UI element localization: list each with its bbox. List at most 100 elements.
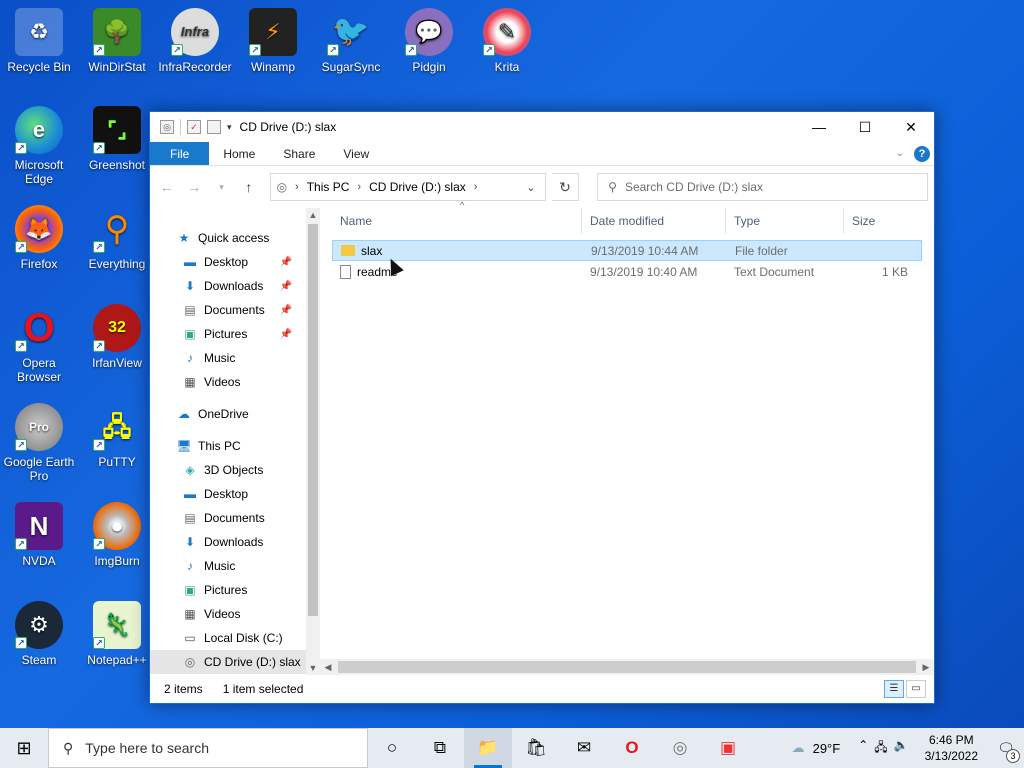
- desktop-icon-steam[interactable]: ⚙ ↗ Steam: [0, 601, 78, 667]
- nav-downloads[interactable]: ⬇ Downloads: [150, 530, 306, 554]
- back-button[interactable]: ←: [156, 179, 177, 195]
- desktop-icon-firefox[interactable]: 🦊 ↗ Firefox: [0, 205, 78, 271]
- desktop-icon-infrarecorder[interactable]: Infra ↗ InfraRecorder: [156, 8, 234, 74]
- breadcrumb-this-pc[interactable]: This PC: [307, 180, 350, 194]
- desktop-icon-krita[interactable]: ✎ ↗ Krita: [468, 8, 546, 74]
- properties-icon[interactable]: ✓: [187, 120, 201, 134]
- nav-pictures[interactable]: ▣ Pictures: [150, 578, 306, 602]
- column-type[interactable]: Type: [726, 208, 844, 234]
- nav-onedrive[interactable]: ☁ OneDrive: [150, 402, 306, 426]
- file-explorer-icon[interactable]: 📁: [464, 728, 512, 768]
- forward-button[interactable]: →: [183, 179, 204, 195]
- desktop-icon-nvda[interactable]: N ↗ NVDA: [0, 502, 78, 568]
- desktop-icon-opera[interactable]: O ↗ Opera Browser: [0, 304, 78, 384]
- nav-quick-desktop[interactable]: ▬ Desktop 📌: [150, 250, 306, 274]
- tab-home[interactable]: Home: [209, 142, 269, 165]
- opera-taskbar-icon[interactable]: O: [608, 728, 656, 768]
- column-date-modified[interactable]: Date modified: [582, 208, 726, 234]
- start-button[interactable]: ⊞: [0, 728, 48, 768]
- desktop-icon-recycle-bin[interactable]: ♻ Recycle Bin: [0, 8, 78, 74]
- task-view-icon[interactable]: ⧉: [416, 728, 464, 768]
- nav-desktop[interactable]: ▬ Desktop: [150, 482, 306, 506]
- scroll-up-icon[interactable]: ▲: [306, 208, 320, 222]
- scroll-thumb[interactable]: [338, 661, 916, 673]
- column-name[interactable]: Name: [320, 208, 582, 234]
- search-input[interactable]: ⚲ Search CD Drive (D:) slax: [597, 173, 929, 201]
- address-dropdown-icon[interactable]: ⌄: [517, 181, 545, 194]
- chevron-right-icon[interactable]: ›: [295, 181, 299, 193]
- new-folder-icon[interactable]: [207, 120, 221, 134]
- desktop-icon-google-earth[interactable]: Pro ↗ Google Earth Pro: [0, 403, 78, 483]
- desktop-icon-putty[interactable]: 🖧 ↗ PuTTY: [78, 403, 156, 469]
- large-icons-view-icon[interactable]: ▭: [906, 680, 926, 698]
- desktop-icon-winamp[interactable]: ⚡ ↗ Winamp: [234, 8, 312, 74]
- nav-quick-pictures[interactable]: ▣ Pictures 📌: [150, 322, 306, 346]
- close-button[interactable]: ✕: [888, 112, 934, 142]
- cd-drive-taskbar-icon[interactable]: ◎: [656, 728, 704, 768]
- network-icon[interactable]: 🖧: [874, 738, 887, 759]
- nav-quick-documents[interactable]: ▤ Documents 📌: [150, 298, 306, 322]
- store-icon[interactable]: 🛍: [512, 728, 560, 768]
- nav-3d-objects[interactable]: ◈ 3D Objects: [150, 458, 306, 482]
- recent-locations-icon[interactable]: ▾: [211, 182, 232, 193]
- file-row[interactable]: readme 9/13/2019 10:40 AM Text Document …: [332, 261, 922, 282]
- column-headers: Name Date modified Type Size: [320, 208, 934, 234]
- up-button[interactable]: ↑: [238, 179, 259, 195]
- videos-icon: ▦: [184, 375, 196, 389]
- nav-local-disk[interactable]: ▭ Local Disk (C:): [150, 626, 306, 650]
- nav-quick-videos[interactable]: ▦ Videos: [150, 370, 306, 394]
- music-icon: ♪: [187, 351, 193, 365]
- nav-quick-access[interactable]: ★ Quick access: [150, 226, 306, 250]
- chevron-right-icon[interactable]: ›: [357, 181, 361, 193]
- nav-documents[interactable]: ▤ Documents: [150, 506, 306, 530]
- refresh-button[interactable]: ↻: [551, 173, 580, 201]
- clock[interactable]: 6:46 PM 3/13/2022: [915, 732, 988, 764]
- cortana-icon[interactable]: ○: [368, 728, 416, 768]
- desktop-icon-everything[interactable]: ⚲ ↗ Everything: [78, 205, 156, 271]
- nav-cd-drive[interactable]: ◎ CD Drive (D:) slax: [150, 650, 306, 674]
- nav-music[interactable]: ♪ Music: [150, 554, 306, 578]
- chevron-up-icon[interactable]: ⌃: [858, 738, 868, 759]
- notification-center-icon[interactable]: 🗨 3: [988, 740, 1024, 763]
- scroll-right-icon[interactable]: ▶: [918, 662, 934, 673]
- customize-dropdown-icon[interactable]: ▾: [227, 122, 232, 133]
- desktop-icon-notepadpp[interactable]: 🦎 ↗ Notepad++: [78, 601, 156, 667]
- file-row[interactable]: slax 9/13/2019 10:44 AM File folder: [332, 240, 922, 261]
- desktop-icon-irfanview[interactable]: 32 ↗ IrfanView: [78, 304, 156, 370]
- scroll-down-icon[interactable]: ▼: [306, 661, 320, 675]
- column-size[interactable]: Size: [844, 208, 920, 234]
- details-view-icon[interactable]: ☰: [884, 680, 904, 698]
- screen-recorder-icon[interactable]: ▣: [704, 728, 752, 768]
- tab-view[interactable]: View: [329, 142, 383, 165]
- weather-widget[interactable]: ☁ 29°F: [780, 740, 853, 756]
- scroll-thumb[interactable]: [308, 224, 318, 616]
- computer-icon: 🖥: [176, 439, 192, 453]
- horizontal-scrollbar[interactable]: ◀ ▶: [320, 659, 934, 675]
- help-icon[interactable]: ?: [914, 145, 930, 162]
- chevron-right-icon[interactable]: ›: [474, 181, 478, 193]
- desktop-icon-windirstat[interactable]: 🌳 ↗ WinDirStat: [78, 8, 156, 74]
- nav-quick-music[interactable]: ♪ Music: [150, 346, 306, 370]
- nav-quick-downloads[interactable]: ⬇ Downloads 📌: [150, 274, 306, 298]
- tab-file[interactable]: File: [150, 142, 210, 165]
- nav-videos[interactable]: ▦ Videos: [150, 602, 306, 626]
- taskbar-search-input[interactable]: ⚲ Type here to search: [48, 728, 368, 768]
- desktop-icon-greenshot[interactable]: ⌜⌟ ↗ Greenshot: [78, 106, 156, 172]
- nav-pane-scrollbar[interactable]: ▲ ▼: [306, 208, 320, 675]
- minimize-button[interactable]: —: [796, 112, 842, 142]
- scroll-left-icon[interactable]: ◀: [320, 662, 336, 673]
- mail-icon[interactable]: ✉: [560, 728, 608, 768]
- expand-ribbon-icon[interactable]: ⌄: [896, 148, 904, 159]
- desktop-icon-sugarsync[interactable]: 🐦 ↗ SugarSync: [312, 8, 390, 75]
- recycle-bin-icon: ♻: [15, 8, 63, 56]
- system-tray: ☁ 29°F ⌃ 🖧 🔈 6:46 PM 3/13/2022 🗨 3: [780, 728, 1024, 768]
- volume-icon[interactable]: 🔈: [894, 738, 909, 759]
- tab-share[interactable]: Share: [269, 142, 329, 165]
- breadcrumb-cd-drive[interactable]: CD Drive (D:) slax: [369, 180, 466, 194]
- nav-this-pc[interactable]: 🖥 This PC: [150, 434, 306, 458]
- desktop-icon-imgburn[interactable]: ● ↗ ImgBurn: [78, 502, 156, 568]
- address-bar[interactable]: ◎ › This PC › CD Drive (D:) slax › ⌄: [269, 173, 546, 201]
- maximize-button[interactable]: ☐: [842, 112, 888, 142]
- desktop-icon-edge[interactable]: e ↗ Microsoft Edge: [0, 106, 78, 186]
- desktop-icon-pidgin[interactable]: 💬 ↗ Pidgin: [390, 8, 468, 74]
